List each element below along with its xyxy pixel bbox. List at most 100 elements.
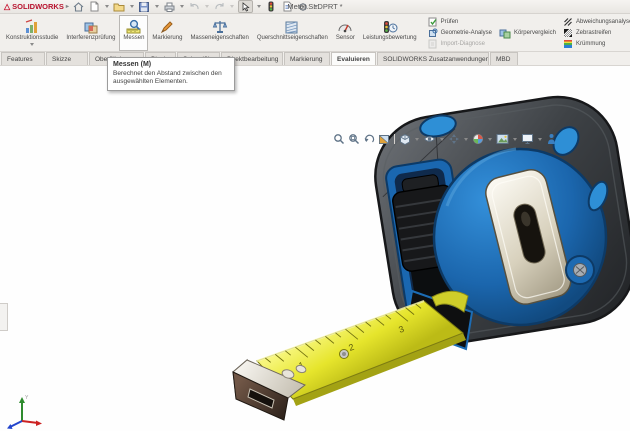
edit-appearance-icon[interactable] [472,133,484,145]
button-measure[interactable]: Messen [119,15,148,51]
tooltip-body: Berechnet den Abstand zwischen den ausge… [113,70,229,86]
save-caret[interactable] [155,5,159,8]
feature-manager-collapsed-tab[interactable] [0,303,8,331]
button-deviation-analysis[interactable]: Abweichungsanalyse [563,17,630,27]
design-study-icon [24,18,40,35]
solidworks-logo[interactable]: △ SOLIDWORKS ▸ [4,2,69,11]
tape-measure-model: 3 2 1 [0,66,630,431]
display-style-icon[interactable] [399,133,411,145]
button-label: Markierung [152,35,182,41]
tab-features[interactable]: Features [1,52,45,65]
button-label: Sensor [336,35,355,41]
redo-caret[interactable] [230,5,234,8]
button-import-diagnostics[interactable]: Import-Diagnose [428,39,492,49]
hide-show-items-icon[interactable] [423,133,436,145]
tab-evaluate[interactable]: Evaluieren [331,52,376,65]
command-manager-tabs: Features Skizze Oberflächen Blech Schwei… [0,52,630,66]
button-geometry-analysis[interactable]: Geometrie-Analyse [428,28,492,38]
new-document-icon[interactable] [88,1,101,12]
deviation-group: Abweichungsanalyse Zebrastreifen Krümmun… [560,15,630,51]
button-check[interactable]: Prüfen [428,17,492,27]
view-settings-icon[interactable] [521,133,534,145]
performance-evaluation-icon [382,18,398,35]
button-curvature[interactable]: Krümmung [563,39,630,49]
tab-sketch[interactable]: Skizze [46,52,88,65]
button-label: Messen [123,35,144,41]
home-icon[interactable] [72,1,85,12]
open-icon[interactable] [113,1,126,12]
solidworks-window: △ SOLIDWORKS ▸ [0,0,630,431]
stack-item-label: Zebrastreifen [576,30,611,36]
markup-icon [159,18,175,35]
apply-scene-caret[interactable] [513,138,517,141]
3d-drawing-view-icon[interactable] [546,133,557,145]
button-compare-bodies[interactable]: Körpervergleich [495,15,560,51]
stack-item-label: Prüfen [441,19,459,25]
button-label: Konstruktionsstudie [6,35,58,41]
hud-separator [394,134,395,144]
sensor-icon [337,18,353,35]
tab-solidworks-addins[interactable]: SOLIDWORKS Zusatzanwendungen [377,52,489,65]
print-icon[interactable] [163,1,176,12]
new-document-caret[interactable] [105,5,109,8]
button-performance-evaluation[interactable]: Leistungsbewertung [359,15,421,51]
edit-appearance-caret[interactable] [488,138,492,141]
stack-item-label: Import-Diagnose [441,41,485,47]
solidworks-logo-text: SOLIDWORKS [12,2,64,11]
button-section-properties[interactable]: Querschnittseigenschaften [253,15,332,51]
zoom-to-fit-icon[interactable] [333,133,345,145]
stack-item-label: Krümmung [576,41,605,47]
heads-up-view-toolbar [333,133,557,145]
button-design-study[interactable]: Konstruktionsstudie [2,15,62,51]
measure-icon [126,18,142,35]
open-caret[interactable] [130,5,134,8]
roller-screw [566,256,594,284]
view-orientation-icon[interactable] [448,133,460,145]
redo-icon[interactable] [213,1,226,12]
options-caret[interactable] [314,5,318,8]
button-label: Leistungsbewertung [363,35,417,41]
previous-view-icon[interactable] [363,133,375,145]
hide-show-caret[interactable] [440,138,444,141]
select-arrow-icon[interactable] [238,0,253,13]
stack-item-label: Geometrie-Analyse [441,30,492,36]
origin-triad: Y [7,395,42,429]
interference-check-icon [83,18,99,35]
zoom-to-area-icon[interactable] [348,133,360,145]
options-gear-icon[interactable] [297,1,310,12]
file-properties-icon[interactable] [281,1,294,12]
view-settings-caret[interactable] [538,138,542,141]
button-label: Masseneigenschaften [190,35,248,41]
button-label: Querschnittseigenschaften [257,35,328,41]
title-bar: △ SOLIDWORKS ▸ [0,0,630,14]
tooltip-title: Messen (M) [113,61,229,68]
save-icon[interactable] [138,1,151,12]
undo-icon[interactable] [188,1,201,12]
print-caret[interactable] [180,5,184,8]
select-arrow-caret[interactable] [257,5,261,8]
button-interference-check[interactable]: Interferenzprüfung [62,15,119,51]
display-style-caret[interactable] [415,138,419,141]
button-mass-properties[interactable]: Masseneigenschaften [186,15,252,51]
tab-mbd[interactable]: MBD [490,52,518,65]
button-sensor[interactable]: Sensor [332,15,359,51]
button-markup[interactable]: Markierung [148,15,186,51]
inspect-group: Prüfen Geometrie-Analyse Import-Diagnose [425,15,495,51]
svg-text:Y: Y [25,395,29,401]
tab-markup[interactable]: Markierung [284,52,330,65]
single-button-label: Körpervergleich [514,30,556,36]
design-study-flyout-caret[interactable] [30,43,34,46]
command-manager: Konstruktionsstudie Interferenzprüfung M… [0,14,630,52]
rebuild-traffic-light-icon[interactable] [265,1,278,12]
stack-item-label: Abweichungsanalyse [576,19,630,25]
mass-properties-icon [212,18,228,35]
section-view-icon[interactable] [378,133,390,145]
graphics-viewport[interactable]: 3 2 1 [0,66,630,431]
button-zebra-stripes[interactable]: Zebrastreifen [563,28,630,38]
undo-caret[interactable] [205,5,209,8]
measure-tooltip: Messen (M) Berechnet den Abstand zwische… [107,57,235,91]
button-label: Interferenzprüfung [66,35,115,41]
apply-scene-icon[interactable] [496,133,509,145]
view-orientation-caret[interactable] [464,138,468,141]
section-properties-icon [284,18,300,35]
